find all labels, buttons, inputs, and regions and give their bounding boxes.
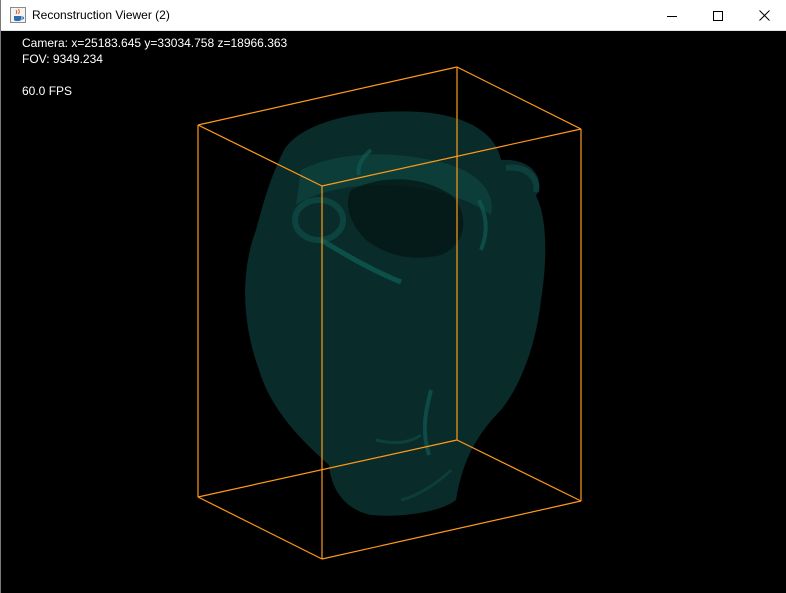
camera-position-readout: Camera: x=25183.645 y=33034.758 z=18966.… <box>22 36 288 50</box>
maximize-button[interactable] <box>695 0 741 31</box>
fps-counter: 60.0 FPS <box>22 84 73 98</box>
close-icon <box>758 10 770 21</box>
fov-readout: FOV: 9349.234 <box>22 52 103 66</box>
minimize-icon <box>667 15 677 17</box>
java-cup-icon <box>10 7 26 23</box>
render-viewport[interactable]: Camera: x=25183.645 y=33034.758 z=18966.… <box>1 31 786 593</box>
maximize-icon <box>713 10 723 21</box>
title-bar[interactable]: Reconstruction Viewer (2) <box>1 0 786 31</box>
reconstruction-mesh <box>245 111 546 516</box>
close-button[interactable] <box>741 0 786 31</box>
scene-canvas[interactable] <box>1 31 786 593</box>
app-window: Reconstruction Viewer (2) Camera: x=2518… <box>0 0 786 593</box>
minimize-button[interactable] <box>649 0 695 31</box>
window-title: Reconstruction Viewer (2) <box>32 8 170 22</box>
